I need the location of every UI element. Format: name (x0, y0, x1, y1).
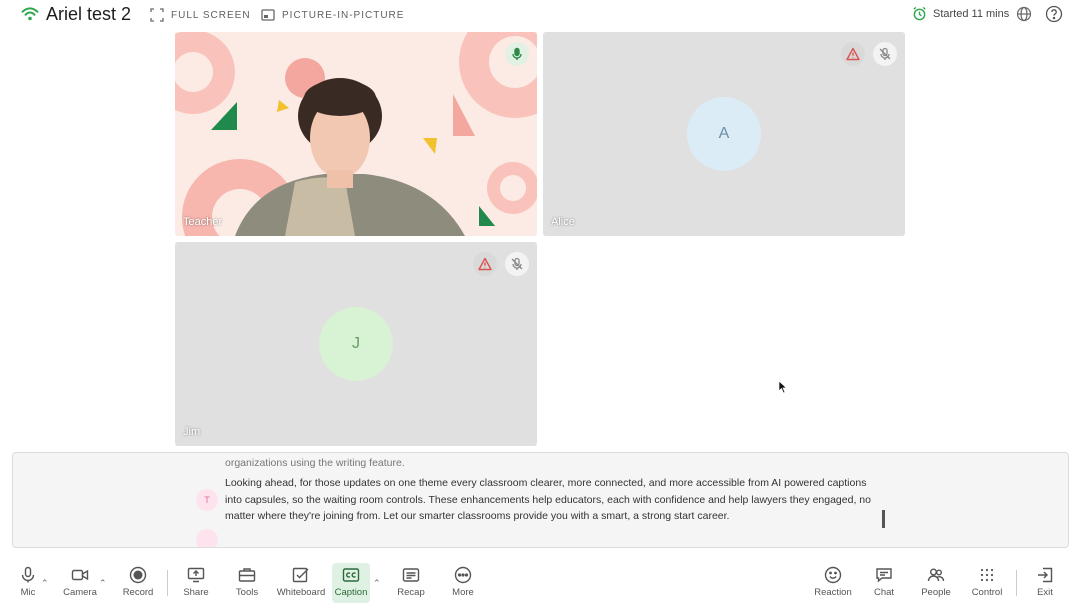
tools-button[interactable]: Tools (224, 563, 270, 603)
alarm-clock-icon (913, 6, 926, 21)
teacher-video-feed (175, 32, 537, 236)
warning-indicator (473, 252, 497, 276)
warning-icon (478, 257, 492, 271)
caption-speaker-avatar: T (196, 489, 218, 511)
recap-icon (402, 568, 420, 582)
caption-text: Looking ahead, for those updates on one … (225, 477, 871, 522)
participant-name-teacher: Teacher (183, 216, 223, 228)
exit-label: Exit (1037, 587, 1053, 598)
warning-indicator (841, 42, 865, 66)
people-icon (927, 568, 945, 582)
reaction-button[interactable]: Reaction (810, 563, 856, 603)
participant-name-alice: Alice (551, 216, 575, 228)
exit-icon (1038, 567, 1053, 583)
caption-label: Caption (334, 587, 368, 598)
recap-label: Recap (397, 587, 425, 598)
more-icon (454, 566, 472, 584)
record-label: Record (122, 587, 154, 598)
bottom-toolbar: Mic ⌃ Camera ⌃ Record Share Tools Whiteb… (0, 558, 1080, 607)
avatar-jim: J (319, 307, 393, 381)
meeting-timer: Started 11 mins (912, 6, 1009, 21)
camera-icon (71, 569, 89, 581)
full-screen-button[interactable]: FULL SCREEN (150, 7, 251, 23)
mic-icon (512, 47, 522, 60)
mic-off-icon (511, 257, 523, 270)
microphone-icon (21, 566, 35, 583)
caption-options-chevron-icon[interactable]: ⌃ (373, 578, 381, 589)
control-label: Control (971, 587, 1003, 598)
chat-button[interactable]: Chat (861, 563, 907, 603)
participant-name-jim: Jim (183, 426, 201, 438)
more-button[interactable]: More (440, 563, 486, 603)
reaction-label: Reaction (814, 587, 852, 598)
fullscreen-icon (150, 8, 164, 22)
picture-in-picture-icon (261, 9, 275, 21)
closed-caption-icon (342, 568, 360, 582)
record-button[interactable]: Record (115, 563, 161, 603)
more-label: More (452, 587, 474, 598)
meeting-title: Ariel test 2 (46, 4, 132, 24)
smiley-icon (824, 566, 842, 584)
control-button[interactable]: Control (964, 563, 1010, 603)
tools-label: Tools (235, 587, 259, 598)
caption-next-avatar (196, 529, 218, 547)
whiteboard-button[interactable]: Whiteboard (276, 563, 326, 603)
people-button[interactable]: People (913, 563, 959, 603)
caption-panel[interactable]: organizations using the writing feature.… (12, 452, 1069, 548)
camera-label: Camera (63, 587, 97, 598)
recap-button[interactable]: Recap (388, 563, 434, 603)
whiteboard-label: Whiteboard (276, 587, 326, 598)
mouse-cursor-icon (778, 380, 788, 394)
caption-scrollbar[interactable] (882, 510, 885, 528)
mic-muted-button[interactable] (873, 42, 897, 66)
warning-icon (846, 47, 860, 61)
toolbox-icon (238, 568, 256, 582)
toolbar-divider (167, 570, 168, 596)
people-label: People (921, 587, 951, 598)
grid-icon (980, 568, 994, 582)
wifi-icon (21, 7, 39, 21)
caption-previous-line: organizations using the writing feature. (225, 457, 405, 469)
mic-on-button[interactable] (505, 42, 529, 66)
picture-in-picture-button[interactable]: PICTURE-IN-PICTURE (261, 7, 404, 23)
share-button[interactable]: Share (173, 563, 219, 603)
whiteboard-icon (292, 567, 309, 583)
camera-button[interactable]: Camera (57, 563, 103, 603)
chat-icon (876, 568, 892, 583)
caption-button[interactable]: Caption (332, 563, 370, 603)
camera-options-chevron-icon[interactable]: ⌃ (99, 578, 107, 589)
top-bar: Ariel test 2 FULL SCREEN PICTURE-IN-PICT… (0, 0, 1080, 30)
video-tile-jim[interactable]: J Jim (175, 242, 537, 446)
started-label: Started 11 mins (933, 7, 1010, 20)
exit-button[interactable]: Exit (1022, 563, 1068, 603)
toolbar-divider (1016, 570, 1017, 596)
mic-muted-button[interactable] (505, 252, 529, 276)
mic-options-chevron-icon[interactable]: ⌃ (41, 578, 49, 589)
avatar-alice: A (687, 97, 761, 171)
share-label: Share (183, 587, 209, 598)
share-screen-icon (187, 567, 205, 583)
help-icon[interactable] (1045, 5, 1063, 23)
picture-in-picture-label: PICTURE-IN-PICTURE (282, 9, 405, 21)
globe-icon[interactable] (1016, 6, 1032, 22)
chat-label: Chat (873, 587, 895, 598)
full-screen-label: FULL SCREEN (171, 9, 251, 21)
video-tile-alice[interactable]: A Alice (543, 32, 905, 236)
mic-off-icon (879, 47, 891, 60)
video-tile-teacher[interactable]: Teacher (175, 32, 537, 236)
mic-label: Mic (20, 587, 36, 598)
record-icon (129, 566, 147, 584)
